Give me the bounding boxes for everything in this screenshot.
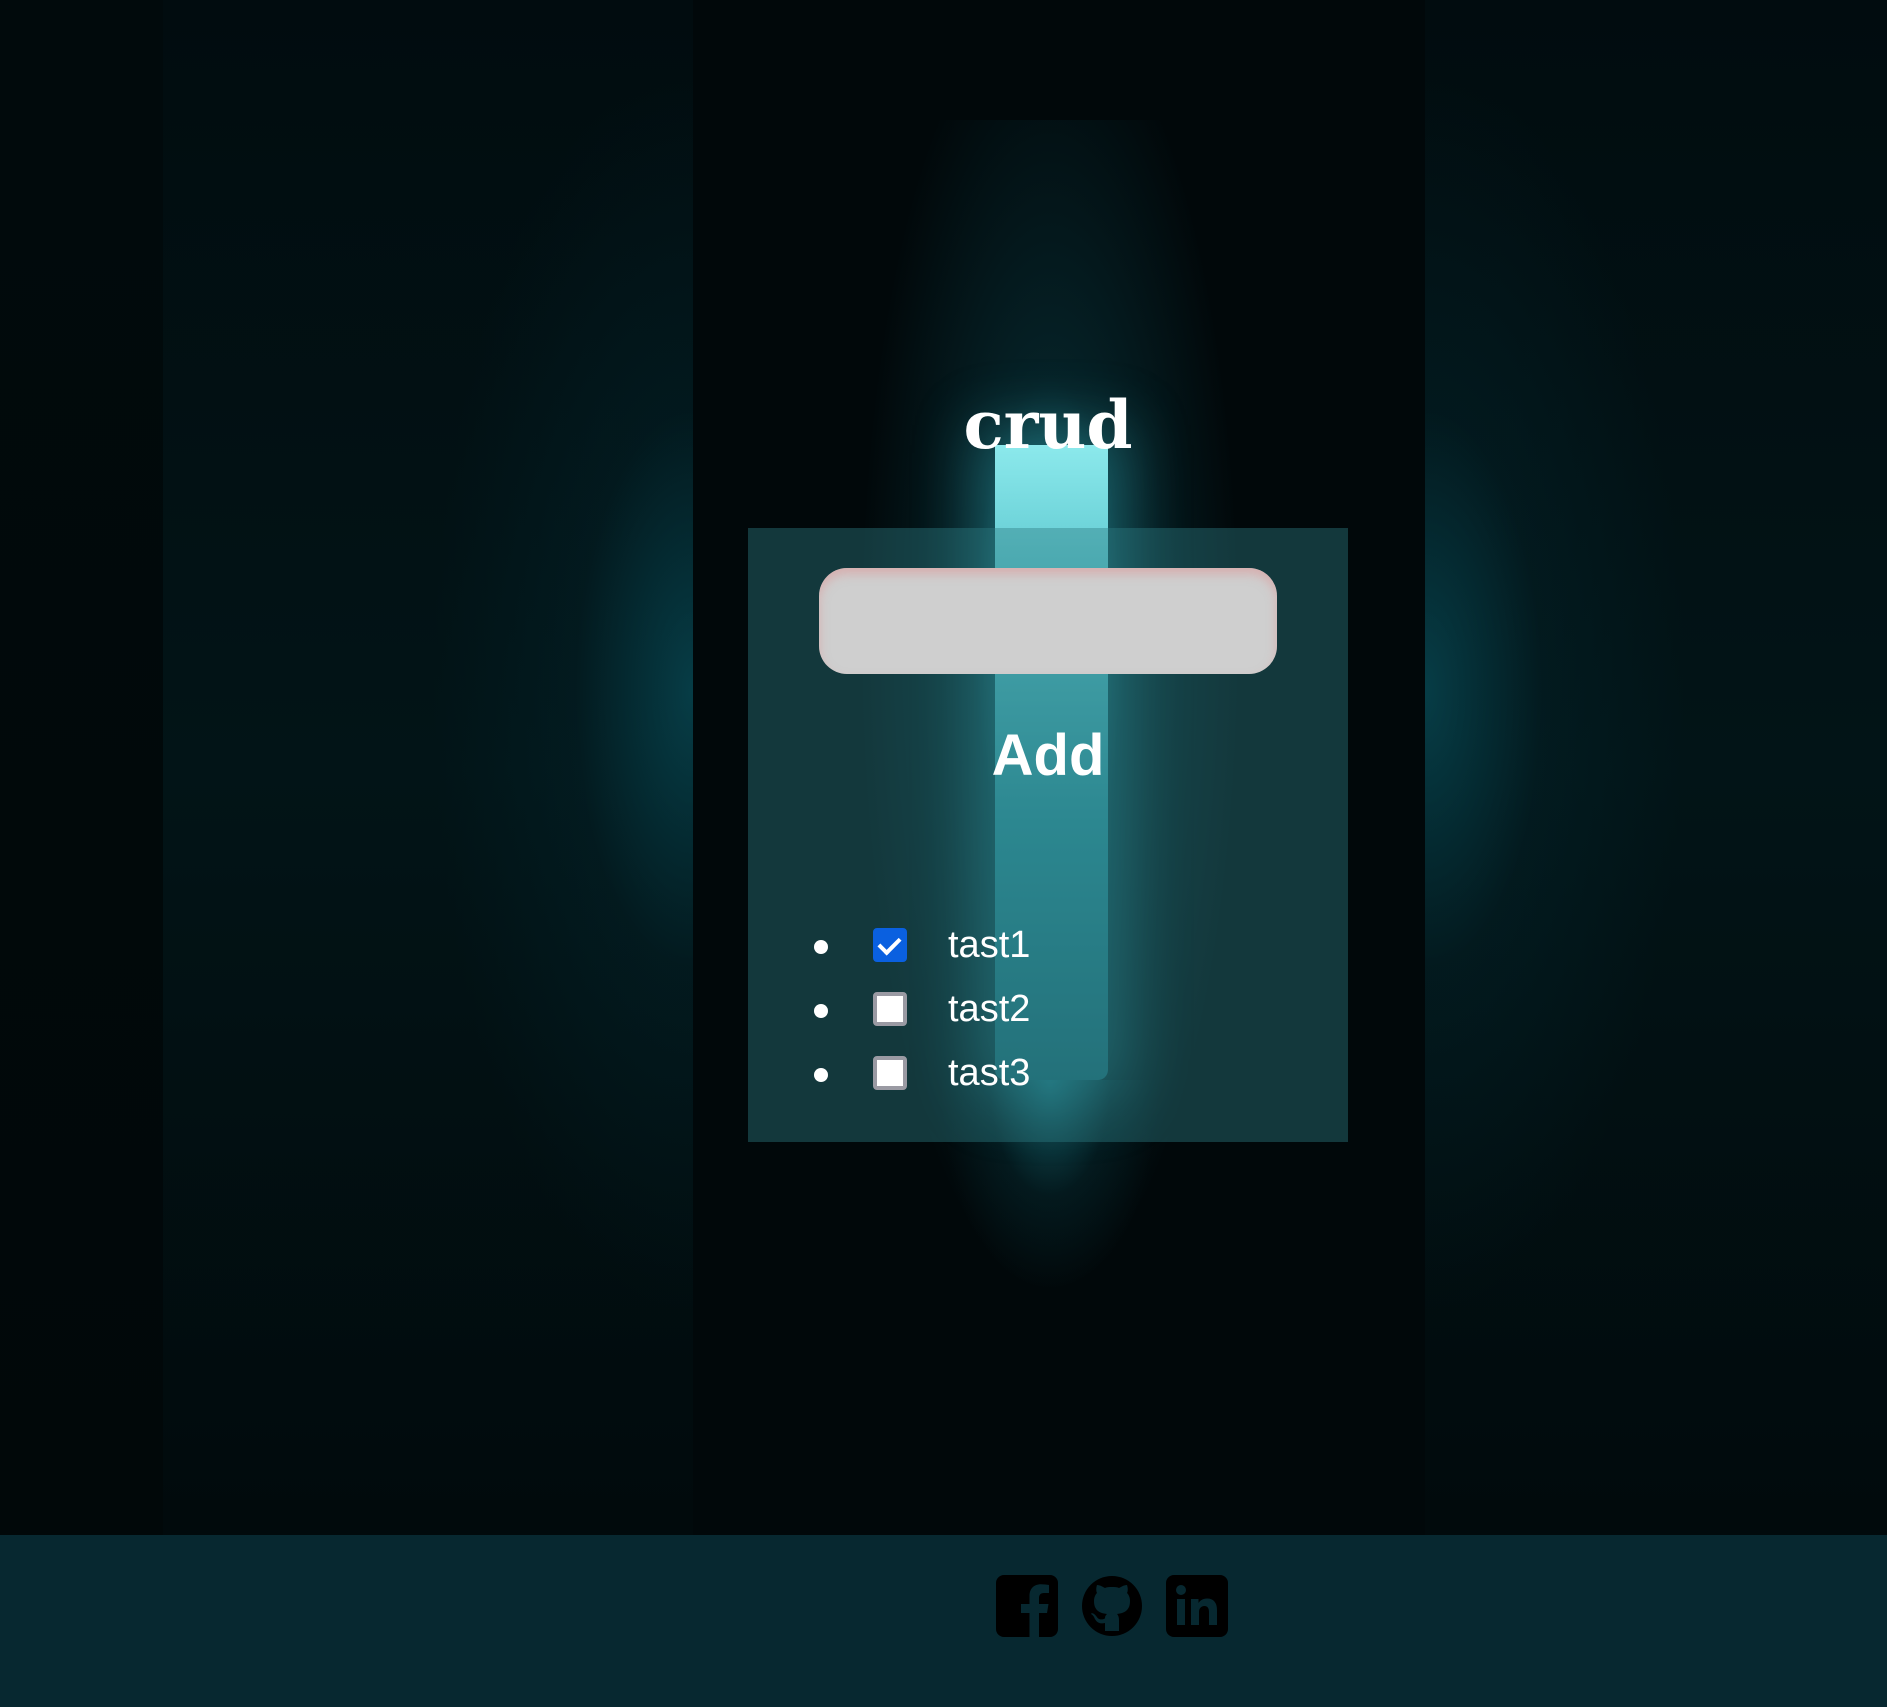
github-icon[interactable] [1081,1575,1143,1637]
bullet [814,1004,828,1018]
add-button[interactable]: Add [948,716,1148,796]
background-panel [1425,0,1887,1535]
background-panel [163,0,693,1535]
task-list: tast1 tast2 tast3 [748,918,1348,1110]
background-stage: crud Add tast1 tast2 tast3 [0,0,1887,1535]
linkedin-icon[interactable] [1166,1575,1228,1637]
background-panel [0,0,163,1535]
task-label: tast3 [948,1052,1031,1094]
task-label: tast2 [948,988,1031,1030]
page-title: crud [963,386,1133,464]
task-input[interactable] [819,568,1277,674]
todo-card: Add tast1 tast2 tast3 [748,528,1348,1142]
footer [0,1535,1887,1707]
facebook-icon[interactable] [996,1575,1058,1637]
checkmark-icon [877,931,902,956]
light-beam-floor [940,1080,1160,1500]
task-label: tast1 [948,924,1031,966]
task-checkbox[interactable] [873,992,907,1026]
bullet [814,1068,828,1082]
task-checkbox[interactable] [873,928,907,962]
list-item: tast2 [748,982,1348,1046]
list-item: tast1 [748,918,1348,982]
task-checkbox[interactable] [873,1056,907,1090]
bullet [814,940,828,954]
list-item: tast3 [748,1046,1348,1110]
